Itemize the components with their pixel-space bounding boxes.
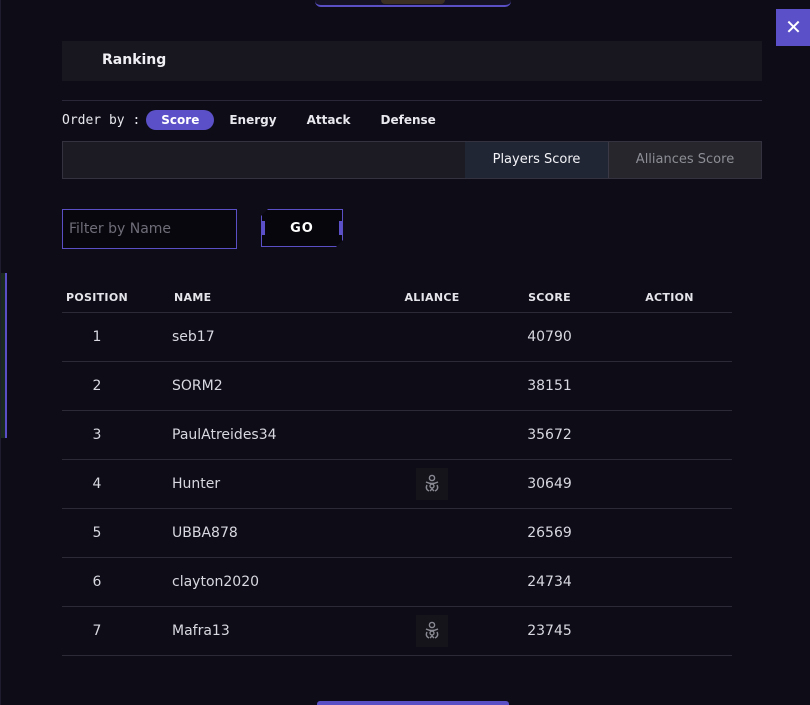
- cell-position: 3: [92, 427, 102, 443]
- cell-score: 38151: [527, 378, 572, 394]
- ranking-modal: ✕ Ranking Order by : Score Energy Attack…: [0, 0, 810, 705]
- cell-name: seb17: [172, 329, 215, 345]
- title-bar: Ranking: [62, 41, 762, 81]
- cell-score: 23745: [527, 623, 572, 639]
- header-score: SCORE: [528, 290, 571, 304]
- header-position: POSITION: [66, 290, 128, 304]
- top-notch-decoration: [315, 0, 511, 7]
- order-by-row: Order by : Score Energy Attack Defense: [62, 109, 451, 131]
- close-button[interactable]: ✕: [776, 9, 810, 46]
- cell-name: clayton2020: [172, 574, 260, 590]
- table-row: 4 Hunter 30649: [62, 460, 732, 509]
- cell-position: 4: [92, 476, 102, 492]
- alliance-emblem-icon: [416, 615, 448, 647]
- alliance-emblem-icon: [416, 468, 448, 500]
- cell-alliance: [362, 615, 482, 647]
- cell-position: 5: [92, 525, 102, 541]
- table-header: POSITION NAME ALIANCE SCORE ACTION: [62, 282, 732, 313]
- go-button[interactable]: GO: [261, 209, 343, 247]
- cell-name: PaulAtreides34: [172, 427, 277, 443]
- bottom-notch-decoration: [317, 701, 509, 705]
- order-by-label: Order by :: [62, 112, 141, 128]
- cell-score: 30649: [527, 476, 572, 492]
- table-row: 1 seb17 40790: [62, 313, 732, 362]
- cell-position: 2: [92, 378, 102, 394]
- cell-name: UBBA878: [172, 525, 238, 541]
- header-alliance: ALIANCE: [404, 290, 460, 304]
- ranking-table: POSITION NAME ALIANCE SCORE ACTION 1 seb1…: [62, 282, 732, 656]
- table-row: 3 PaulAtreides34 35672: [62, 411, 732, 460]
- filter-name-input[interactable]: [62, 209, 237, 249]
- cell-position: 7: [92, 623, 102, 639]
- table-row: 5 UBBA878 26569: [62, 509, 732, 558]
- table-row: 6 clayton2020 24734: [62, 558, 732, 607]
- cell-score: 40790: [527, 329, 572, 345]
- divider: [62, 100, 762, 101]
- header-action: ACTION: [645, 290, 694, 304]
- score-type-tabs: Players Score Alliances Score: [62, 141, 762, 179]
- order-option-defense[interactable]: Defense: [366, 110, 451, 130]
- side-tab-decoration: [1, 273, 7, 438]
- cell-name: SORM2: [172, 378, 223, 394]
- cell-position: 1: [92, 329, 102, 345]
- cell-position: 6: [92, 574, 102, 590]
- cell-name: Mafra13: [172, 623, 230, 639]
- table-row: 7 Mafra13 23745: [62, 607, 732, 656]
- order-option-attack[interactable]: Attack: [292, 110, 366, 130]
- header-name: NAME: [174, 290, 212, 304]
- cell-score: 24734: [527, 574, 572, 590]
- tab-players-score[interactable]: Players Score: [465, 142, 608, 178]
- cell-score: 35672: [527, 427, 572, 443]
- order-option-energy[interactable]: Energy: [214, 110, 291, 130]
- cell-name: Hunter: [172, 476, 221, 492]
- page-title: Ranking: [102, 52, 167, 68]
- cell-score: 26569: [527, 525, 572, 541]
- cell-alliance: [362, 468, 482, 500]
- order-option-score[interactable]: Score: [146, 110, 215, 130]
- tab-alliances-score[interactable]: Alliances Score: [608, 142, 761, 178]
- table-row: 2 SORM2 38151: [62, 362, 732, 411]
